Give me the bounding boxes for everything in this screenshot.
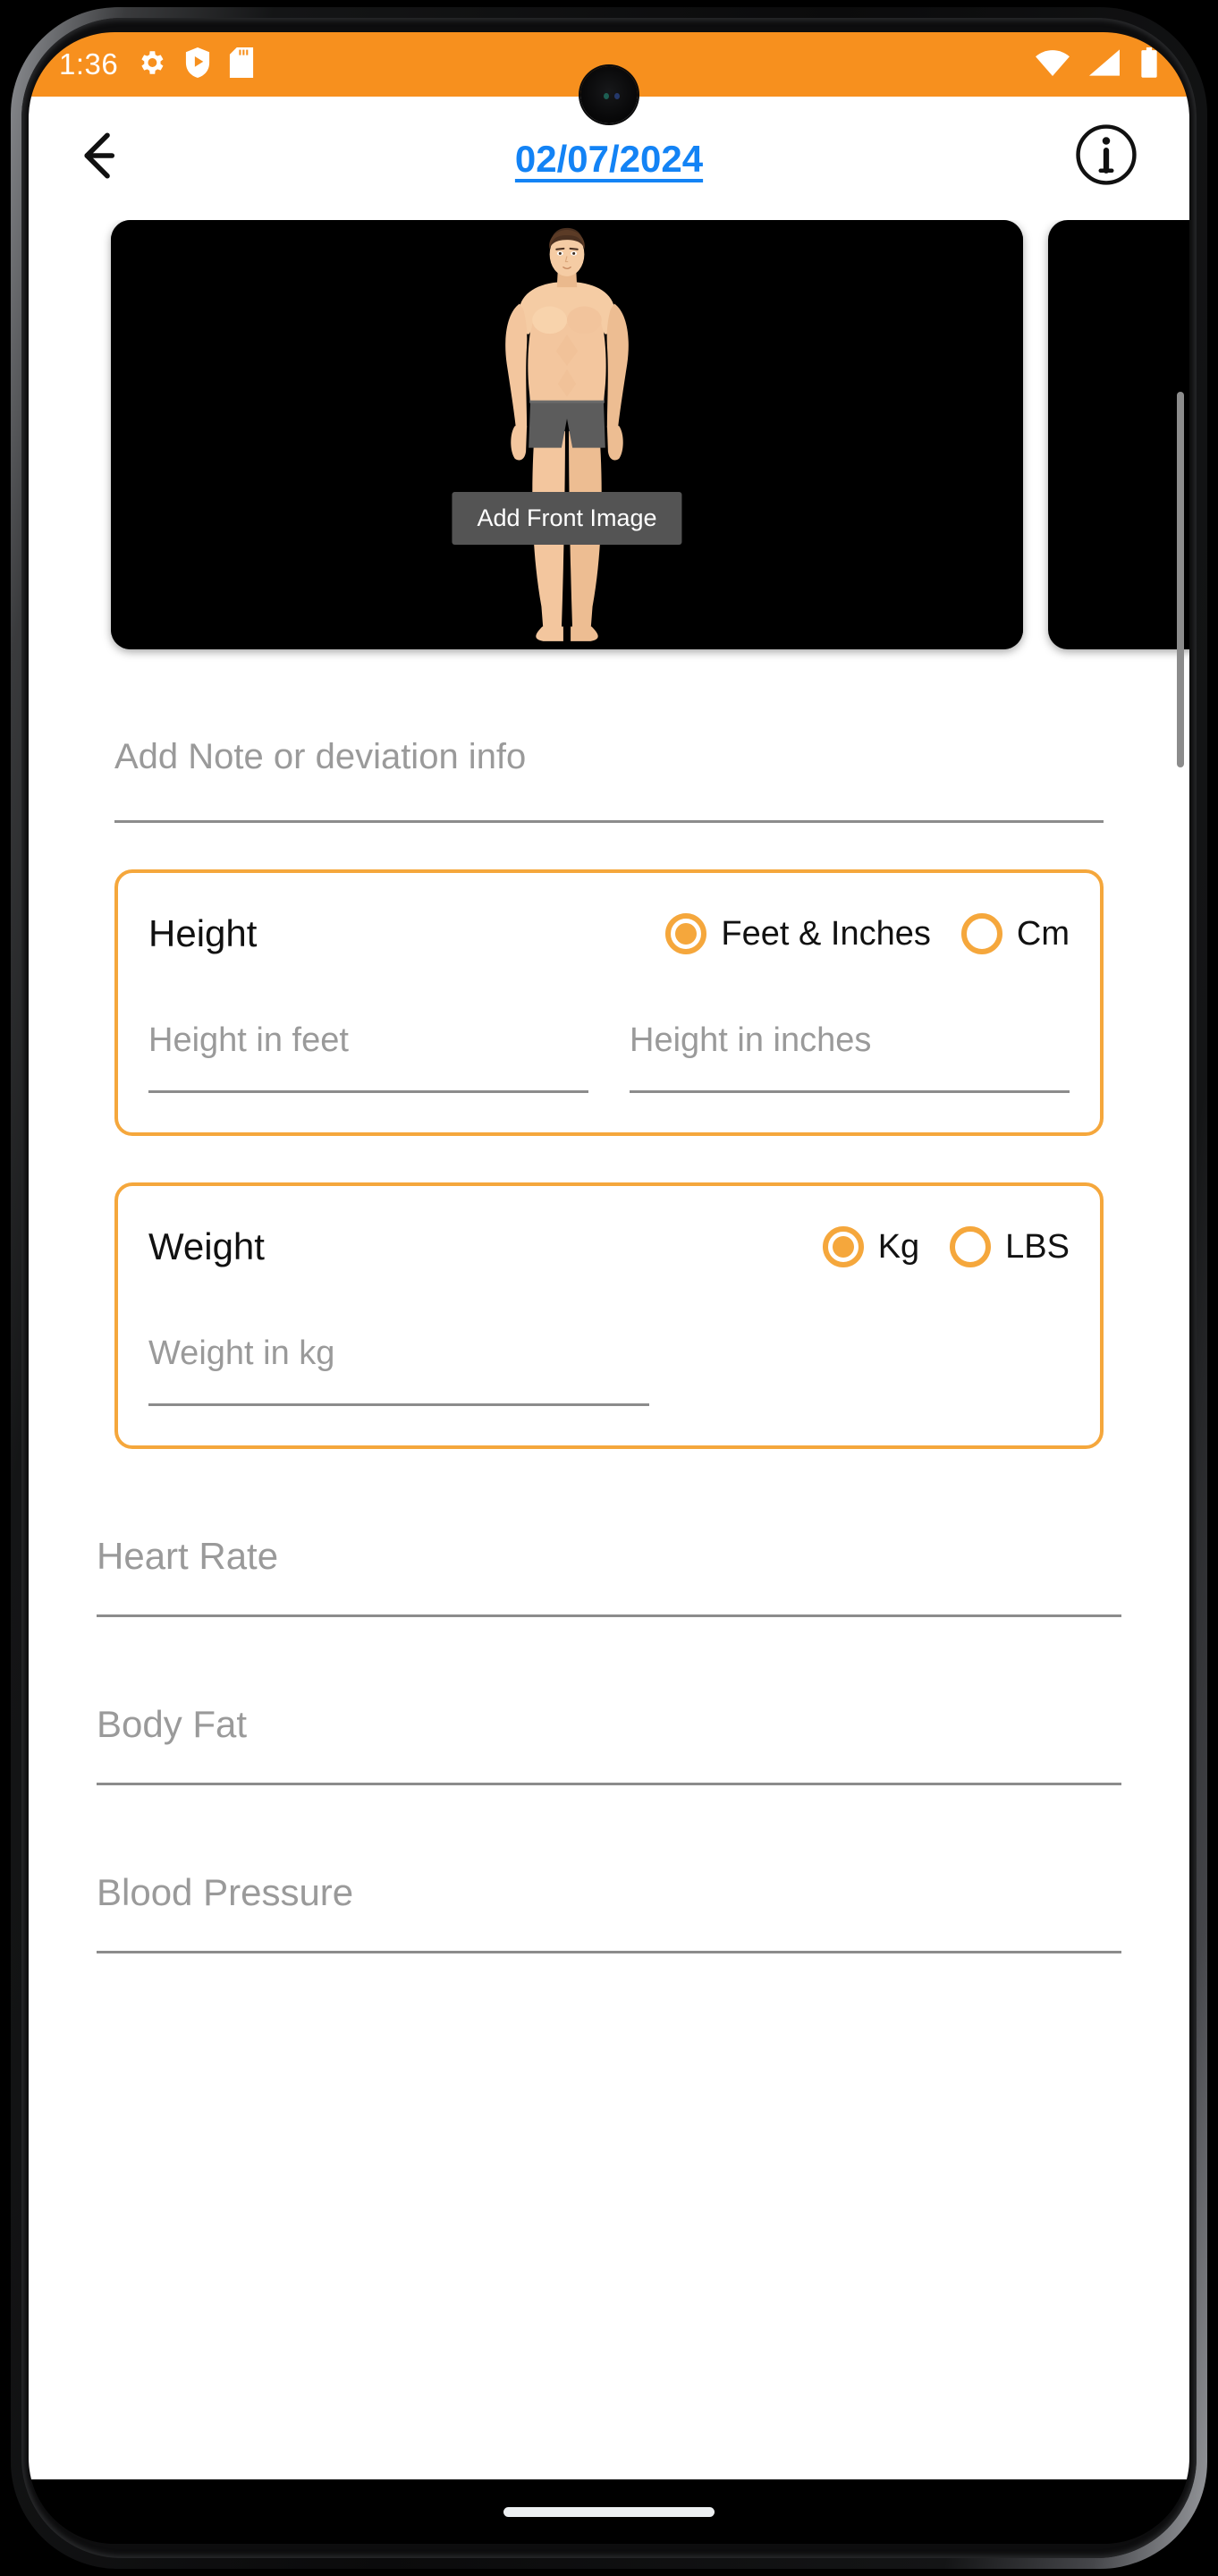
- height-label: Height: [148, 912, 258, 954]
- body-fat-underline: [97, 1783, 1121, 1785]
- weight-card: Weight Kg LBS Weight in kg: [114, 1182, 1104, 1449]
- heart-rate-placeholder: Heart Rate: [97, 1535, 279, 1577]
- info-circle-icon[interactable]: [1073, 122, 1139, 188]
- height-inches-input[interactable]: Height in inches: [630, 1021, 1070, 1093]
- radio-dot-icon: [950, 1226, 992, 1267]
- radio-feet-inches-label: Feet & Inches: [721, 914, 931, 953]
- body-fat-placeholder: Body Fat: [97, 1703, 248, 1745]
- phone-device: 1:36 02/07/2024 Add Front Image Add Note…: [0, 0, 1218, 2576]
- weight-underline: [148, 1403, 649, 1406]
- note-underline: [114, 820, 1104, 823]
- blood-pressure-input[interactable]: Blood Pressure: [97, 1871, 1121, 1953]
- weight-card-header: Weight Kg LBS: [148, 1225, 1070, 1268]
- note-input[interactable]: Add Note or deviation info: [114, 737, 1104, 823]
- heart-rate-input[interactable]: Heart Rate: [97, 1535, 1121, 1617]
- height-card: Height Feet & Inches Cm Height in feet H…: [114, 869, 1104, 1136]
- height-unit-radio-group: Feet & Inches Cm: [665, 913, 1070, 954]
- vertical-scrollbar[interactable]: [1177, 392, 1184, 767]
- cell-signal-icon: [1089, 48, 1120, 80]
- height-feet-input[interactable]: Height in feet: [148, 1021, 588, 1093]
- heart-rate-underline: [97, 1614, 1121, 1617]
- height-card-header: Height Feet & Inches Cm: [148, 912, 1070, 955]
- weight-label: Weight: [148, 1225, 265, 1267]
- radio-cm-label: Cm: [1016, 914, 1070, 953]
- radio-feet-inches[interactable]: Feet & Inches: [665, 913, 931, 954]
- height-feet-underline: [148, 1090, 588, 1093]
- body-figure-illustration: [111, 220, 1023, 649]
- radio-dot-icon: [960, 913, 1002, 954]
- image-carousel[interactable]: Add Front Image: [29, 220, 1189, 685]
- radio-kg-label: Kg: [877, 1227, 920, 1266]
- status-bar-clock: 1:36: [59, 47, 119, 80]
- date-title[interactable]: 02/07/2024: [29, 138, 1189, 181]
- system-nav-bar: [29, 2479, 1189, 2544]
- wifi-icon: [1036, 49, 1070, 80]
- weight-input[interactable]: Weight in kg: [148, 1335, 649, 1406]
- shield-play-icon: [184, 47, 211, 82]
- radio-lbs-label: LBS: [1005, 1227, 1070, 1266]
- status-bar-left: 1:36: [59, 47, 254, 82]
- weight-unit-radio-group: Kg LBS: [822, 1226, 1070, 1267]
- home-gesture-pill[interactable]: [503, 2506, 715, 2517]
- status-bar-right: [1036, 47, 1159, 82]
- weight-placeholder: Weight in kg: [148, 1335, 335, 1372]
- gear-icon: [136, 47, 166, 82]
- sd-card-icon: [229, 47, 254, 82]
- blood-pressure-underline: [97, 1951, 1121, 1953]
- front-camera-punch-hole: [580, 66, 638, 123]
- app-content: 02/07/2024 Add Front Image Add Note or d…: [29, 97, 1189, 2479]
- battery-icon: [1139, 47, 1159, 82]
- body-fat-input[interactable]: Body Fat: [97, 1703, 1121, 1785]
- back-image-card[interactable]: [1048, 220, 1189, 649]
- height-inputs: Height in feet Height in inches: [148, 1021, 1070, 1093]
- height-inches-underline: [630, 1090, 1070, 1093]
- weight-inputs: Weight in kg: [148, 1335, 1070, 1406]
- phone-screen: 1:36 02/07/2024 Add Front Image Add Note…: [29, 32, 1189, 2544]
- blood-pressure-placeholder: Blood Pressure: [97, 1871, 354, 1913]
- front-image-card[interactable]: Add Front Image: [111, 220, 1023, 649]
- height-feet-placeholder: Height in feet: [148, 1021, 349, 1059]
- radio-lbs[interactable]: LBS: [950, 1226, 1070, 1267]
- height-inches-placeholder: Height in inches: [630, 1021, 872, 1059]
- radio-dot-selected-icon: [822, 1226, 864, 1267]
- radio-dot-selected-icon: [665, 913, 707, 954]
- note-placeholder: Add Note or deviation info: [114, 737, 527, 776]
- radio-cm[interactable]: Cm: [960, 913, 1070, 954]
- add-front-image-label: Add Front Image: [452, 492, 682, 545]
- radio-kg[interactable]: Kg: [822, 1226, 920, 1267]
